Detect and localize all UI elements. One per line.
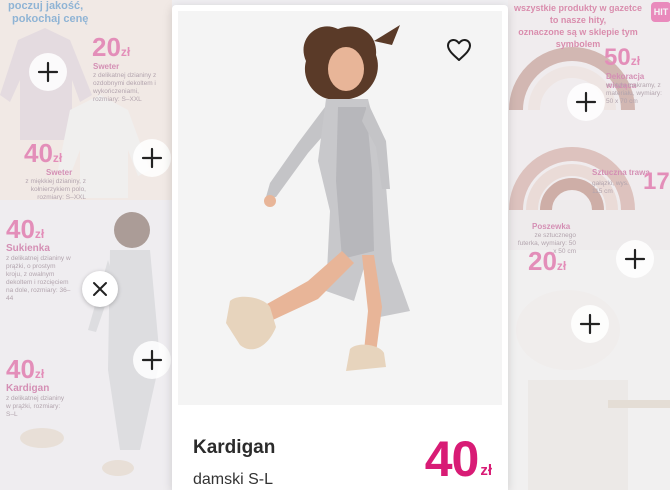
leaflet-price-kardigan: 40zł: [6, 354, 45, 384]
add-grass-button[interactable]: [616, 240, 654, 278]
plus-icon: [624, 248, 646, 270]
plus-icon: [37, 61, 59, 83]
add-sweater-1-button[interactable]: [29, 53, 67, 91]
plus-icon: [579, 313, 601, 335]
leaflet-desc-grass: gałązki, wys. 115 cm: [592, 180, 629, 195]
product-card: Kardigan damski S-L 40 zł: [172, 5, 508, 490]
add-decoration-button[interactable]: [567, 83, 605, 121]
leaflet-desc-kardigan: z delikatnej dzianiny w prążki, rozmiary…: [6, 395, 65, 418]
leaflet-title-grass: Sztuczna trawa: [592, 168, 650, 177]
leaflet-price-partial: 17: [643, 168, 670, 195]
leaflet-desc-dress: z delikatnej dzianiny w prążki, o prosty…: [6, 255, 71, 302]
favorite-button[interactable]: [444, 35, 474, 65]
hit-note-line-1: wszystkie produkty w gazetce to nasze hi…: [513, 3, 643, 25]
slogan-line-1: poczuj jakość,: [8, 0, 84, 12]
product-price-currency: zł: [480, 462, 492, 479]
heart-icon: [447, 39, 471, 61]
leaflet-price-dress: 40zł: [6, 214, 45, 244]
leaflet-desc-sweater-2: z miękkiej dzianiny, z kołnierzykiem pol…: [25, 178, 86, 201]
product-image: [178, 11, 502, 405]
product-title: Kardigan: [193, 437, 276, 458]
leaflet-slogan: poczuj jakość, pokochaj cenę: [8, 0, 88, 26]
leaflet-title-sweater-2: Sweter: [46, 168, 73, 177]
add-sweater-2-button[interactable]: [133, 139, 171, 177]
leaflet-desc-decoration: w stylu makramy, z materiału, wymiary: 5…: [606, 82, 662, 105]
product-price: 40 zł: [425, 431, 492, 487]
product-subtitle: damski S-L: [193, 471, 274, 488]
leaflet-title-sweater-1: Sweter: [93, 62, 120, 71]
close-icon: [93, 282, 107, 296]
leaflet-title-kardigan: Kardigan: [6, 383, 50, 394]
leaflet-title-pillowcase: Poszewka: [532, 222, 571, 231]
close-button[interactable]: [82, 271, 118, 307]
plus-icon: [575, 91, 597, 113]
hit-badge: HIT: [651, 2, 670, 22]
leaflet-price-pillowcase: 20zł: [528, 246, 567, 276]
leaflet-title-dress: Sukienka: [6, 243, 50, 254]
add-pillowcase-button[interactable]: [571, 305, 609, 343]
leaflet-hit-note: wszystkie produkty w gazetce to nasze hi…: [512, 2, 644, 50]
leaflet-price-decoration: 50zł: [604, 44, 641, 71]
plus-icon: [141, 349, 163, 371]
model-photo: [178, 11, 502, 405]
slogan-line-2: pokochaj cenę: [12, 13, 89, 25]
leaflet-desc-sweater-1: z delikatnej dzianiny z ozdobnymi dekolt…: [93, 72, 157, 103]
plus-icon: [141, 147, 163, 169]
add-kardigan-button[interactable]: [133, 341, 171, 379]
leaflet-price-sweater-2: 40zł: [24, 138, 63, 168]
product-price-amount: 40: [424, 431, 480, 487]
leaflet-price-sweater-1: 20zł: [92, 32, 131, 62]
